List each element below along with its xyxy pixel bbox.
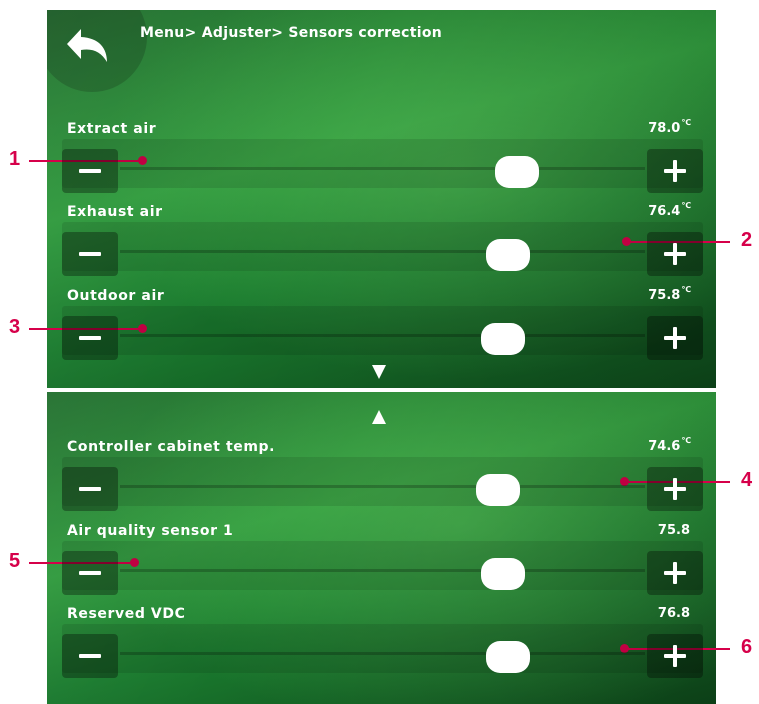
scroll-up-icon[interactable] bbox=[372, 410, 386, 424]
slider-box bbox=[62, 541, 703, 590]
slider-thumb[interactable] bbox=[495, 156, 540, 188]
increase-button[interactable] bbox=[647, 467, 703, 511]
sensor-label: Controller cabinet temp. bbox=[67, 439, 276, 455]
slider-thumb[interactable] bbox=[485, 239, 530, 271]
back-arrow-icon bbox=[67, 29, 107, 62]
slider-track[interactable] bbox=[120, 652, 645, 655]
slider-thumb[interactable] bbox=[480, 558, 525, 590]
slider-track[interactable] bbox=[120, 250, 645, 253]
decrease-button[interactable] bbox=[62, 634, 118, 678]
slider-box bbox=[62, 624, 703, 673]
slider-track[interactable] bbox=[120, 569, 645, 572]
slider-thumb[interactable] bbox=[480, 323, 525, 355]
back-button[interactable] bbox=[65, 24, 119, 70]
decrease-button[interactable] bbox=[62, 149, 118, 193]
sensor-row-air-quality-sensor-1: Air quality sensor 1 75.8 bbox=[62, 523, 703, 603]
unit-label: ℃ bbox=[681, 118, 691, 127]
sensor-label: Reserved VDC bbox=[67, 606, 186, 622]
increase-button[interactable] bbox=[647, 149, 703, 193]
slider-thumb[interactable] bbox=[475, 474, 520, 506]
increase-button[interactable] bbox=[647, 551, 703, 595]
decrease-button[interactable] bbox=[62, 467, 118, 511]
slider-track[interactable] bbox=[120, 334, 645, 337]
sensor-label: Air quality sensor 1 bbox=[67, 523, 234, 539]
increase-button[interactable] bbox=[647, 634, 703, 678]
sensor-value: 74.6℃ bbox=[648, 436, 691, 454]
unit-label: ℃ bbox=[681, 201, 691, 210]
slider-box bbox=[62, 457, 703, 506]
callout-4-number: 4 bbox=[741, 469, 753, 491]
increase-button[interactable] bbox=[647, 316, 703, 360]
sensor-label: Outdoor air bbox=[67, 288, 165, 304]
slider-track[interactable] bbox=[120, 485, 645, 488]
decrease-button[interactable] bbox=[62, 316, 118, 360]
callout-5-number: 5 bbox=[9, 550, 21, 572]
decrease-button[interactable] bbox=[62, 232, 118, 276]
unit-label: ℃ bbox=[681, 285, 691, 294]
callout-2-number: 2 bbox=[741, 229, 753, 251]
increase-button[interactable] bbox=[647, 232, 703, 276]
unit-label: ℃ bbox=[681, 436, 691, 445]
sensor-value: 78.0℃ bbox=[648, 118, 691, 136]
callout-3-number: 3 bbox=[9, 316, 21, 338]
sensor-label: Extract air bbox=[67, 121, 157, 137]
sensor-value: 75.8 bbox=[657, 523, 690, 538]
sensor-value: 75.8℃ bbox=[648, 285, 691, 303]
slider-box bbox=[62, 139, 703, 188]
callout-1-number: 1 bbox=[9, 148, 21, 170]
screen-panel-bottom: Controller cabinet temp. 74.6℃ Air quali… bbox=[47, 392, 716, 704]
callout-6-number: 6 bbox=[741, 636, 753, 658]
sensor-row-reserved-vdc: Reserved VDC 76.8 bbox=[62, 606, 703, 686]
sensor-label: Exhaust air bbox=[67, 204, 163, 220]
breadcrumb: Menu> Adjuster> Sensors correction bbox=[140, 25, 443, 41]
sensor-value: 76.8 bbox=[657, 606, 690, 621]
sensor-value: 76.4℃ bbox=[648, 201, 691, 219]
slider-box bbox=[62, 306, 703, 355]
sensor-row-extract-air: Extract air 78.0℃ bbox=[62, 118, 703, 201]
scroll-down-icon[interactable] bbox=[372, 365, 386, 379]
slider-track[interactable] bbox=[120, 167, 645, 170]
sensor-row-outdoor-air: Outdoor air 75.8℃ bbox=[62, 285, 703, 368]
screen-panel-top: Menu> Adjuster> Sensors correction Extra… bbox=[47, 10, 716, 388]
sensor-row-exhaust-air: Exhaust air 76.4℃ bbox=[62, 201, 703, 284]
slider-thumb[interactable] bbox=[485, 641, 530, 673]
decrease-button[interactable] bbox=[62, 551, 118, 595]
sensor-row-controller-cabinet-temp: Controller cabinet temp. 74.6℃ bbox=[62, 436, 703, 519]
slider-box bbox=[62, 222, 703, 271]
